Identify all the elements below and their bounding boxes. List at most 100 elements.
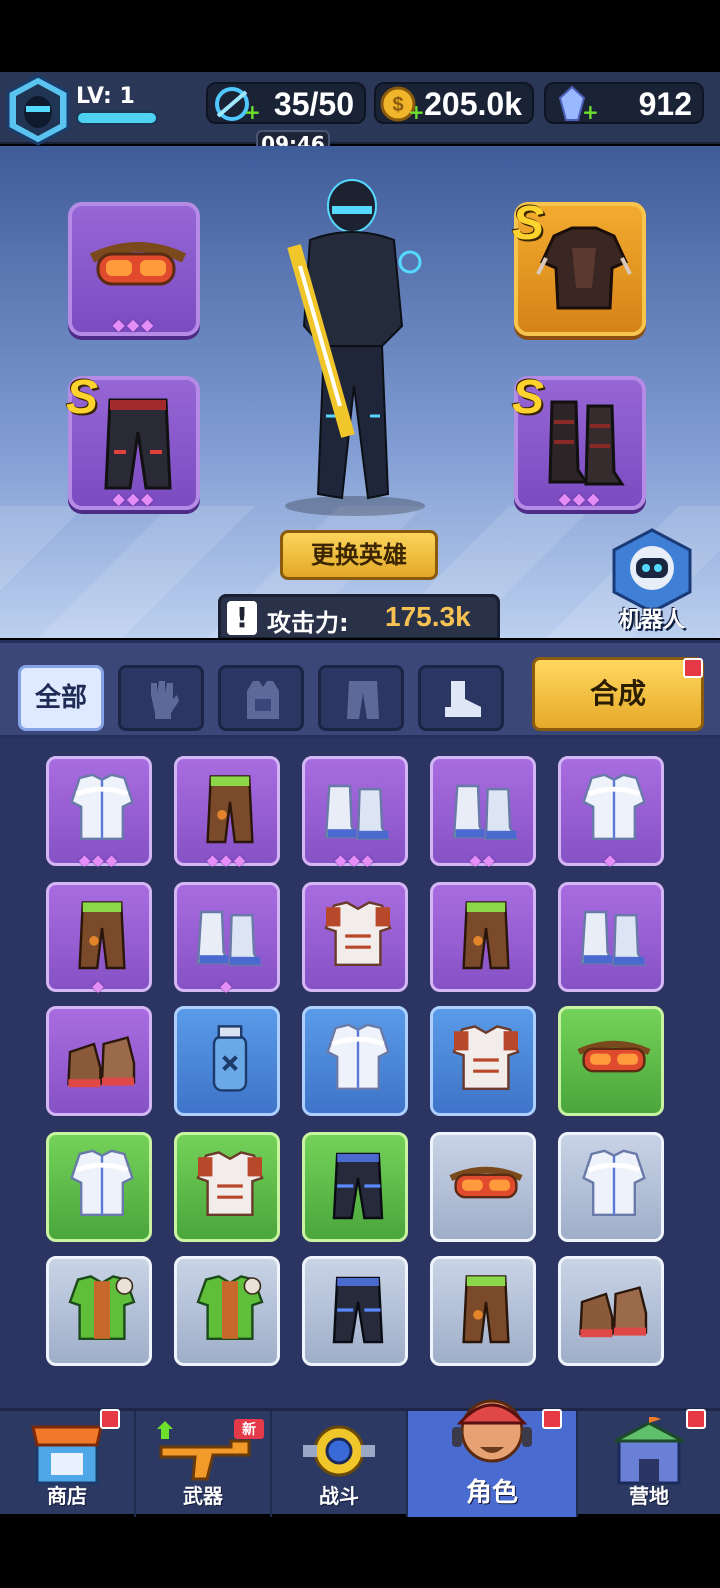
nav-character[interactable]: 角色 [408,1399,578,1517]
nav-battle[interactable]: 战斗 [272,1411,408,1517]
bottom-navigation: 商店 新 武器 战斗 角色 营地 [0,1399,720,1517]
attack-power-label: 攻击力: [267,609,349,637]
inventory-item-leg-armor[interactable]: ◆ [46,882,152,995]
slot-stars: ◆◆◆ [112,315,156,334]
sneakers-icon [579,1286,648,1338]
inventory-item-leg-armor[interactable]: ◆◆◆ [174,756,280,869]
inventory-item-jacket[interactable] [46,1132,152,1242]
xp-bar [76,111,158,125]
add-gem-icon[interactable]: + [582,100,599,124]
camp-icon [614,1417,684,1485]
slot-stars: ◆◆◆ [558,489,602,508]
attack-power-panel: ! 攻击力: 175.3k [218,594,500,638]
item-stars: ◆ [220,977,234,995]
green-jacket-icon [196,1275,264,1340]
attack-power-value: 175.3k [385,601,471,632]
goggles-icon [577,1040,651,1073]
coin-value: 205.0k [424,86,522,122]
filter-boots[interactable] [418,665,504,731]
energy-counter[interactable]: + 35/50 [206,82,366,124]
hero-display: ◆◆◆ S S ◆◆◆ S ◆◆◆ 更换英雄 机器人 ! 攻击力: 175.3k [0,146,720,638]
pants-icon [332,1276,384,1344]
robot-button[interactable]: 机器人 [604,526,700,634]
filter-pants[interactable] [318,665,404,731]
inventory-item-jacket[interactable]: ◆ [558,756,664,869]
nav-weapons[interactable]: 新 武器 [136,1411,272,1517]
filter-all[interactable]: 全部 [18,665,104,731]
inventory-item-leg-armor[interactable] [430,1256,536,1366]
jacket-icon [70,1149,134,1216]
pants-icon [104,398,172,490]
inventory-item-green-jacket[interactable] [46,1256,152,1366]
inventory-item-snow-boots[interactable]: ◆◆◆ [302,756,408,869]
inventory-item-vest[interactable] [174,1132,280,1242]
inventory-grid: ◆◆◆ ◆◆◆ ◆◆◆ ◆◆ ◆ ◆ ◆ [0,738,720,1410]
new-badge: 新 [234,1419,264,1439]
player-avatar[interactable] [4,74,72,146]
leg-armor-icon [462,1275,510,1344]
avatar-icon [6,74,70,146]
snow-boots-icon [580,910,647,966]
inventory-item-jacket[interactable]: ◆◆◆ [46,756,152,869]
inventory-item-jacket[interactable] [302,1006,408,1116]
inventory-item-goggles[interactable] [430,1132,536,1242]
nav-shop-label: 商店 [47,1484,87,1508]
pants-icon [332,1152,384,1220]
slot-pants[interactable]: S ◆◆◆ [66,371,200,510]
add-coin-icon[interactable]: + [408,100,425,124]
inventory-item-canister[interactable] [174,1006,280,1116]
add-energy-icon[interactable]: + [244,100,261,124]
item-stars: ◆◆◆ [206,851,248,869]
synthesize-button[interactable]: 合成 [532,657,704,731]
inventory-item-snow-boots[interactable]: ◆◆ [430,756,536,869]
notification-dot [683,658,703,678]
leg-armor-icon [78,901,126,970]
inventory-item-vest[interactable] [430,1006,536,1116]
inventory-item-jacket[interactable] [558,1132,664,1242]
inventory-item-snow-boots[interactable]: ◆ [174,882,280,995]
player-level: LV: 1 [76,84,135,109]
inventory-item-vest[interactable] [302,882,408,992]
gem-counter[interactable]: + 912 [544,82,704,124]
slot-goggles[interactable]: ◆◆◆ [68,202,200,336]
nav-camp-label: 营地 [629,1484,669,1508]
vest-icon [196,1151,264,1216]
inventory-item-sneakers[interactable] [46,1006,152,1116]
pants-icon [347,681,379,719]
gloves-icon [151,681,179,719]
change-hero-button[interactable]: 更换英雄 [280,530,438,580]
inventory-item-sneakers[interactable] [558,1256,664,1366]
inventory-item-pants[interactable] [302,1256,408,1366]
notification-dot [686,1409,706,1429]
item-stars: ◆◆◆ [334,851,376,869]
slot-stars: ◆◆◆ [112,489,156,508]
filter-all-label: 全部 [34,683,87,713]
svg-text:$: $ [392,94,403,116]
exclamation-icon[interactable]: ! [227,601,257,635]
rank-badge: S [512,371,545,424]
nav-shop[interactable]: 商店 [0,1409,136,1517]
sneakers-icon [67,1036,136,1088]
slot-boots[interactable]: S ◆◆◆ [512,371,646,510]
nav-camp[interactable]: 营地 [578,1409,720,1517]
hero-character[interactable] [270,176,440,516]
filter-vest[interactable] [218,665,304,731]
item-stars: ◆ [92,977,106,995]
vest-icon [452,1025,520,1090]
filter-gloves[interactable] [118,665,204,731]
energy-value: 35/50 [273,86,354,122]
nav-weapons-label: 武器 [183,1484,223,1508]
goggles-icon [89,242,187,286]
inventory-item-leg-armor[interactable] [430,882,536,992]
coin-counter[interactable]: $ + 205.0k [374,82,534,124]
snow-boots-icon [452,784,519,840]
inventory-item-goggles[interactable] [558,1006,664,1116]
slot-armor[interactable]: S [512,197,646,336]
synthesize-label: 合成 [589,677,646,710]
inventory-item-pants[interactable] [302,1132,408,1242]
gem-value: 912 [638,86,692,122]
vest-icon [324,901,392,966]
boots-icon [548,400,625,486]
inventory-item-green-jacket[interactable] [174,1256,280,1366]
inventory-item-snow-boots[interactable] [558,882,664,992]
